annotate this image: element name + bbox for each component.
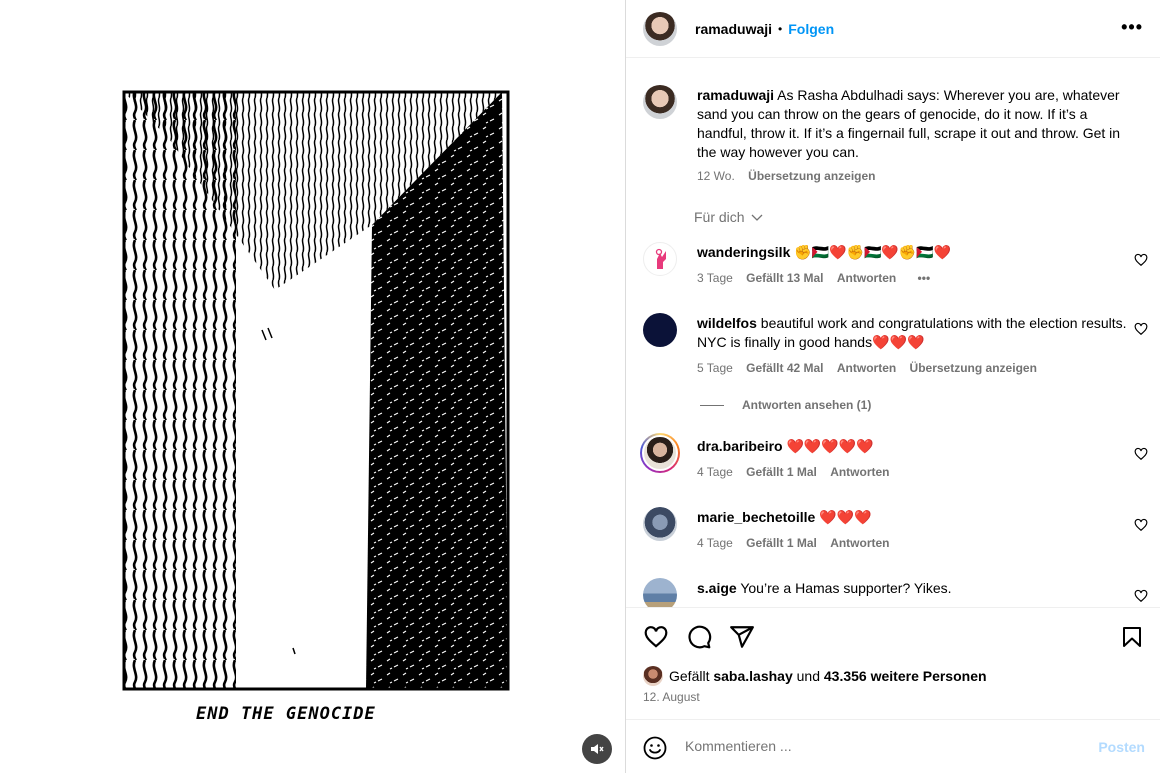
comment-avatar[interactable] bbox=[643, 578, 677, 607]
comment-text: ❤️❤️❤️❤️❤️ bbox=[786, 438, 874, 454]
heart-icon[interactable] bbox=[643, 624, 669, 650]
comment-text-block: wanderingsilk ✊🇵🇸❤️✊🇵🇸❤️✊🇵🇸❤️ bbox=[697, 243, 1132, 262]
comment-like-heart-icon[interactable] bbox=[1134, 322, 1148, 336]
chevron-down-icon bbox=[752, 214, 763, 221]
liker-avatar[interactable] bbox=[643, 666, 663, 686]
view-replies-line bbox=[700, 404, 724, 406]
comments-scroll-area[interactable]: ramaduwaji As Rasha Abdulhadi says: Wher… bbox=[626, 59, 1160, 607]
comment-reply[interactable]: Antworten bbox=[830, 536, 889, 550]
comment-meta: 5 Tage Gefällt 42 Mal Antworten Übersetz… bbox=[697, 361, 1047, 375]
comment-likes[interactable]: Gefällt 42 Mal bbox=[746, 361, 823, 375]
comment-likes[interactable]: Gefällt 13 Mal bbox=[746, 271, 823, 285]
comment-like-heart-icon[interactable] bbox=[1134, 518, 1148, 532]
sort-label: Für dich bbox=[694, 209, 745, 225]
follow-button[interactable]: Folgen bbox=[788, 21, 834, 37]
likes-prefix: Gefällt bbox=[669, 668, 710, 684]
post-details-panel: ramaduwaji • Folgen ••• ramaduwaji As Ra… bbox=[625, 0, 1160, 773]
artwork-caption: END THE GENOCIDE bbox=[196, 704, 376, 724]
comment-age: 5 Tage bbox=[697, 361, 733, 375]
caption-age: 12 Wo. bbox=[697, 169, 735, 183]
author-avatar[interactable] bbox=[643, 11, 677, 46]
comment-age: 3 Tage bbox=[697, 271, 733, 285]
comment-avatar[interactable] bbox=[643, 242, 677, 276]
comment-username[interactable]: s.aige bbox=[697, 580, 737, 596]
bookmark-icon[interactable] bbox=[1120, 624, 1144, 650]
comment-avatar-story-ring[interactable] bbox=[640, 433, 680, 473]
comment-reply[interactable]: Antworten bbox=[830, 465, 889, 479]
mute-icon bbox=[591, 744, 604, 754]
mute-button[interactable] bbox=[582, 734, 612, 764]
caption-translate-link[interactable]: Übersetzung anzeigen bbox=[748, 169, 875, 183]
separator-dot: • bbox=[778, 21, 783, 36]
likes-summary: Gefällt saba.lashay und 43.356 weitere P… bbox=[643, 666, 987, 686]
hand-logo-icon bbox=[655, 248, 666, 269]
caption-avatar[interactable] bbox=[643, 85, 677, 119]
likes-others-link[interactable]: 43.356 weitere Personen bbox=[824, 668, 987, 684]
comment-like-heart-icon[interactable] bbox=[1134, 253, 1148, 267]
post-modal: END THE GENOCIDE ramaduwaji • Folgen •••… bbox=[0, 0, 1160, 773]
emoji-icon[interactable] bbox=[643, 736, 667, 760]
likes-middle: und bbox=[796, 668, 820, 684]
comment-username[interactable]: wanderingsilk bbox=[697, 244, 790, 260]
post-date: 12. August bbox=[643, 690, 700, 704]
more-options-icon[interactable]: ••• bbox=[1121, 17, 1143, 38]
comment-text: You’re a Hamas supporter? Yikes. bbox=[740, 580, 952, 596]
comment-text: ❤️❤️❤️ bbox=[819, 509, 872, 525]
comment-avatar[interactable] bbox=[643, 507, 677, 541]
comment-like-heart-icon[interactable] bbox=[1134, 589, 1148, 603]
comment-age: 4 Tage bbox=[697, 465, 733, 479]
post-header: ramaduwaji • Folgen ••• bbox=[626, 0, 1160, 58]
comment-text-block: marie_bechetoille ❤️❤️❤️ bbox=[697, 508, 1132, 527]
comment-text-block: dra.baribeiro ❤️❤️❤️❤️❤️ bbox=[697, 437, 1132, 456]
comment-avatar[interactable] bbox=[643, 313, 677, 347]
comment-age: 4 Tage bbox=[697, 536, 733, 550]
comment-reply[interactable]: Antworten bbox=[837, 271, 896, 285]
comment-username[interactable]: dra.baribeiro bbox=[697, 438, 783, 454]
comment-text: beautiful work and congratulations with … bbox=[697, 315, 1127, 350]
post-actions: Gefällt saba.lashay und 43.356 weitere P… bbox=[626, 607, 1160, 719]
post-media[interactable]: END THE GENOCIDE bbox=[0, 0, 625, 773]
comment-more-icon[interactable]: ••• bbox=[918, 271, 931, 285]
comment-likes[interactable]: Gefällt 1 Mal bbox=[746, 465, 817, 479]
comment-text-block: s.aige You’re a Hamas supporter? Yikes. bbox=[697, 579, 1132, 598]
author-username[interactable]: ramaduwaji bbox=[695, 21, 772, 37]
comment-text-block: wildelfos beautiful work and congratulat… bbox=[697, 314, 1132, 352]
caption-username[interactable]: ramaduwaji bbox=[697, 87, 774, 103]
caption-text-block: ramaduwaji As Rasha Abdulhadi says: Wher… bbox=[697, 86, 1132, 162]
comment-meta: 4 Tage Gefällt 1 Mal Antworten bbox=[697, 536, 900, 550]
view-replies-label: Antworten ansehen (1) bbox=[742, 398, 872, 412]
comment-reply[interactable]: Antworten bbox=[837, 361, 896, 375]
comment-input[interactable] bbox=[685, 738, 1045, 754]
comment-icon[interactable] bbox=[686, 624, 712, 650]
caption-meta: 12 Wo. Übersetzung anzeigen bbox=[697, 169, 886, 183]
comment-like-heart-icon[interactable] bbox=[1134, 447, 1148, 461]
artwork-image bbox=[122, 90, 510, 691]
view-replies-button[interactable]: Antworten ansehen (1) bbox=[700, 398, 871, 412]
post-comment-button[interactable]: Posten bbox=[1098, 739, 1145, 755]
comment-text: ✊🇵🇸❤️✊🇵🇸❤️✊🇵🇸❤️ bbox=[794, 244, 952, 260]
comment-meta: 3 Tage Gefällt 13 Mal Antworten ••• bbox=[697, 271, 940, 285]
comment-meta: 4 Tage Gefällt 1 Mal Antworten bbox=[697, 465, 900, 479]
comment-username[interactable]: wildelfos bbox=[697, 315, 757, 331]
liker-username[interactable]: saba.lashay bbox=[713, 668, 792, 684]
comment-bar: Posten bbox=[626, 719, 1160, 773]
sort-dropdown[interactable]: Für dich bbox=[694, 209, 763, 225]
comment-translate-link[interactable]: Übersetzung anzeigen bbox=[910, 361, 1037, 375]
share-icon[interactable] bbox=[729, 624, 755, 650]
comment-likes[interactable]: Gefällt 1 Mal bbox=[746, 536, 817, 550]
comment-username[interactable]: marie_bechetoille bbox=[697, 509, 815, 525]
comment-avatar bbox=[642, 435, 678, 471]
